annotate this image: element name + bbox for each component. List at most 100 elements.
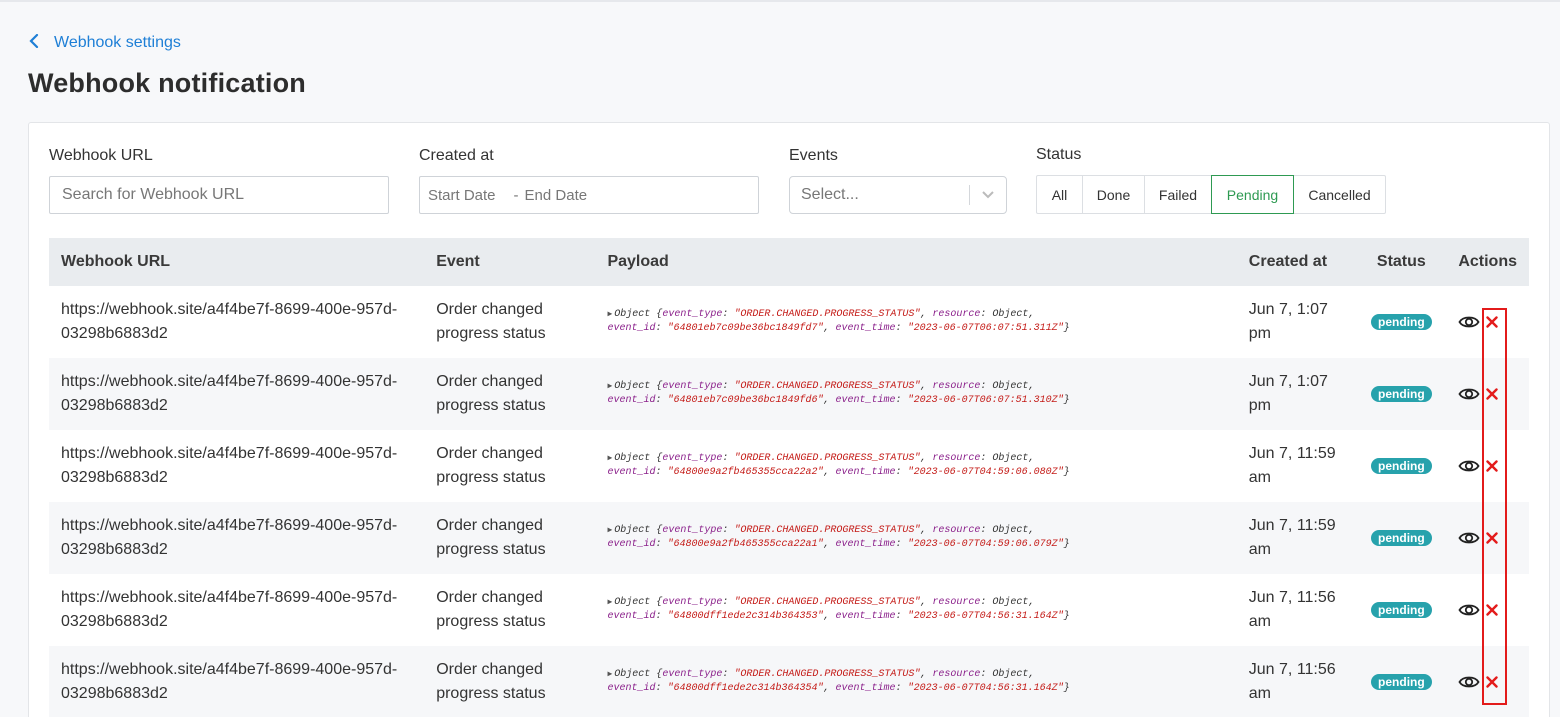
payload-event-type: "ORDER.CHANGED.PROGRESS_STATUS" <box>734 669 921 680</box>
status-cancelled-button[interactable]: Cancelled <box>1293 175 1386 214</box>
webhook-url-text: https://webhook.site/a4f4be7f-8699-400e-… <box>61 517 398 558</box>
table-header-row: Webhook URL Event Payload Created at Sta… <box>49 238 1529 286</box>
event-text: Order changed progress status <box>436 589 546 630</box>
payload-event-type: "ORDER.CHANGED.PROGRESS_STATUS" <box>734 597 921 608</box>
payload-event-type: "ORDER.CHANGED.PROGRESS_STATUS" <box>734 525 921 536</box>
status-cell: pending <box>1356 574 1446 646</box>
start-date-input[interactable]: Start Date <box>428 187 496 204</box>
notifications-table: Webhook URL Event Payload Created at Sta… <box>49 238 1529 717</box>
back-to-webhook-settings-link[interactable]: Webhook settings <box>28 33 181 53</box>
payload-resource: Object <box>992 381 1029 392</box>
eye-icon[interactable] <box>1458 674 1480 690</box>
payload-event-id: "64801eb7c09be36bc1849fd7" <box>667 323 824 334</box>
events-filter-label: Events <box>789 147 838 164</box>
status-cell: pending <box>1356 502 1446 574</box>
status-badge: pending <box>1371 458 1432 474</box>
event-cell: Order changed progress status <box>424 646 595 717</box>
expand-triangle-icon[interactable]: ▶ <box>607 670 612 679</box>
chevron-down-icon[interactable] <box>970 190 1006 200</box>
event-cell: Order changed progress status <box>424 358 595 430</box>
webhook-url-search-input[interactable] <box>49 176 389 214</box>
payload-cell[interactable]: ▶ Object {event_type: "ORDER.CHANGED.PROG… <box>595 358 1236 430</box>
expand-triangle-icon[interactable]: ▶ <box>607 526 612 535</box>
status-pending-button[interactable]: Pending <box>1211 175 1294 214</box>
status-cell: pending <box>1356 358 1446 430</box>
chevron-left-icon <box>28 33 40 53</box>
table-row: https://webhook.site/a4f4be7f-8699-400e-… <box>49 502 1529 574</box>
eye-icon[interactable] <box>1458 530 1480 546</box>
status-all-button[interactable]: All <box>1036 175 1083 214</box>
payload-event-type: "ORDER.CHANGED.PROGRESS_STATUS" <box>734 453 921 464</box>
created-at-text: Jun 7, 11:56 am <box>1248 661 1336 702</box>
status-badge: pending <box>1371 674 1432 690</box>
eye-icon[interactable] <box>1458 386 1480 402</box>
table-row: https://webhook.site/a4f4be7f-8699-400e-… <box>49 430 1529 502</box>
webhook-url-text: https://webhook.site/a4f4be7f-8699-400e-… <box>61 301 398 342</box>
payload-event-time: "2023-06-07T04:59:06.080Z" <box>907 467 1064 478</box>
event-cell: Order changed progress status <box>424 574 595 646</box>
eye-icon[interactable] <box>1458 602 1480 618</box>
created-at-text: Jun 7, 11:56 am <box>1248 589 1336 630</box>
status-badge: pending <box>1371 530 1432 546</box>
expand-triangle-icon[interactable]: ▶ <box>607 310 612 319</box>
status-cell: pending <box>1356 430 1446 502</box>
event-text: Order changed progress status <box>436 661 546 702</box>
payload-event-id: "64801eb7c09be36bc1849fd6" <box>667 395 824 406</box>
event-cell: Order changed progress status <box>424 430 595 502</box>
created-at-text: Jun 7, 11:59 am <box>1248 445 1336 486</box>
status-failed-button[interactable]: Failed <box>1144 175 1212 214</box>
status-badge: pending <box>1371 386 1432 402</box>
webhook-url-cell: https://webhook.site/a4f4be7f-8699-400e-… <box>49 646 424 717</box>
webhook-url-text: https://webhook.site/a4f4be7f-8699-400e-… <box>61 589 398 630</box>
created-at-filter-label: Created at <box>419 147 494 164</box>
event-cell: Order changed progress status <box>424 286 595 358</box>
column-header-payload: Payload <box>607 253 669 270</box>
expand-triangle-icon[interactable]: ▶ <box>607 382 612 391</box>
expand-triangle-icon[interactable]: ▶ <box>607 598 612 607</box>
payload-event-time: "2023-06-07T04:56:31.164Z" <box>907 611 1064 622</box>
date-range-picker[interactable]: Start Date - End Date <box>419 176 759 214</box>
payload-event-time: "2023-06-07T06:07:51.311Z" <box>907 323 1064 334</box>
created-at-cell: Jun 7, 11:56 am <box>1237 574 1357 646</box>
created-at-text: Jun 7, 1:07 pm <box>1248 373 1328 414</box>
status-done-button[interactable]: Done <box>1082 175 1145 214</box>
event-text: Order changed progress status <box>436 301 546 342</box>
status-badge: pending <box>1371 314 1432 330</box>
payload-event-id: "64800e9a2fb465355cca22a2" <box>667 467 824 478</box>
payload-resource: Object <box>992 669 1029 680</box>
webhook-url-text: https://webhook.site/a4f4be7f-8699-400e-… <box>61 661 398 702</box>
actions-highlight-box <box>1482 308 1507 705</box>
webhook-url-filter-label: Webhook URL <box>49 147 153 164</box>
webhook-url-cell: https://webhook.site/a4f4be7f-8699-400e-… <box>49 358 424 430</box>
status-badge: pending <box>1371 602 1432 618</box>
table-row: https://webhook.site/a4f4be7f-8699-400e-… <box>49 574 1529 646</box>
date-separator: - <box>513 186 519 204</box>
eye-icon[interactable] <box>1458 458 1480 474</box>
payload-prefix: Object <box>614 597 651 608</box>
status-cell: pending <box>1356 646 1446 717</box>
eye-icon[interactable] <box>1458 314 1480 330</box>
created-at-cell: Jun 7, 11:56 am <box>1237 646 1357 717</box>
payload-cell[interactable]: ▶ Object {event_type: "ORDER.CHANGED.PROG… <box>595 646 1236 717</box>
webhook-url-cell: https://webhook.site/a4f4be7f-8699-400e-… <box>49 430 424 502</box>
payload-event-id: "64800dff1ede2c314b364354" <box>667 683 824 694</box>
payload-cell[interactable]: ▶ Object {event_type: "ORDER.CHANGED.PROG… <box>595 574 1236 646</box>
status-filter-group: All Done Failed Pending Cancelled <box>1036 175 1386 214</box>
payload-event-type: "ORDER.CHANGED.PROGRESS_STATUS" <box>734 381 921 392</box>
column-header-webhook-url: Webhook URL <box>61 253 171 270</box>
expand-triangle-icon[interactable]: ▶ <box>607 454 612 463</box>
payload-cell[interactable]: ▶ Object {event_type: "ORDER.CHANGED.PROG… <box>595 502 1236 574</box>
created-at-cell: Jun 7, 11:59 am <box>1237 430 1357 502</box>
payload-event-time: "2023-06-07T04:59:06.079Z" <box>907 539 1064 550</box>
end-date-input[interactable]: End Date <box>525 187 588 204</box>
payload-resource: Object <box>992 597 1029 608</box>
events-select[interactable]: Select... <box>789 176 1007 214</box>
webhook-url-text: https://webhook.site/a4f4be7f-8699-400e-… <box>61 373 398 414</box>
status-cell: pending <box>1356 286 1446 358</box>
payload-cell[interactable]: ▶ Object {event_type: "ORDER.CHANGED.PROG… <box>595 286 1236 358</box>
created-at-cell: Jun 7, 1:07 pm <box>1237 286 1357 358</box>
events-select-placeholder: Select... <box>801 186 859 203</box>
payload-cell[interactable]: ▶ Object {event_type: "ORDER.CHANGED.PROG… <box>595 430 1236 502</box>
table-row: https://webhook.site/a4f4be7f-8699-400e-… <box>49 358 1529 430</box>
webhook-url-cell: https://webhook.site/a4f4be7f-8699-400e-… <box>49 502 424 574</box>
